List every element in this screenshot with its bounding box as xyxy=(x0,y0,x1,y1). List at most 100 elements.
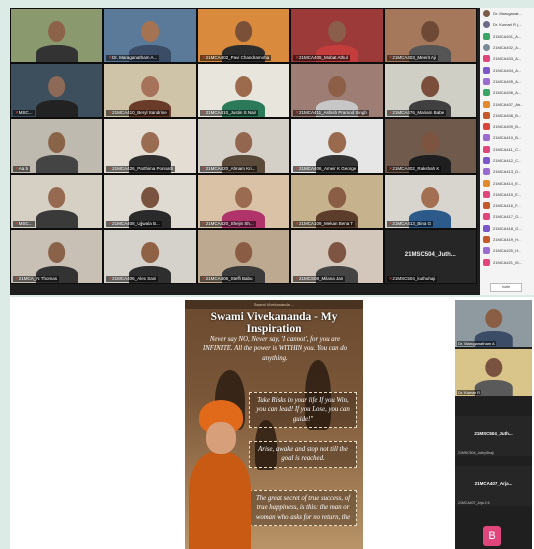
person-head xyxy=(141,186,159,208)
video-tile[interactable]: 21MCA408_Ujjwala B... xyxy=(104,174,196,228)
video-tile[interactable]: 21MCA406_Steffi Babu xyxy=(197,229,290,283)
video-tile[interactable]: 21MCS08_Milana Jan xyxy=(291,229,383,283)
participant-row[interactable]: 21MCA412_C... xyxy=(480,155,534,166)
participant-label: 21MCA414_E... xyxy=(493,180,522,186)
participant-row[interactable]: 21MCA413_D... xyxy=(480,166,534,177)
participant-name: 21MCA476_Mariam Babe xyxy=(386,110,447,117)
video-tile[interactable]: 21MCA406_Ameir K George xyxy=(291,119,383,173)
bottom-meeting-screenshot: Swami Vivekananda ... Swami Vivekananda … xyxy=(10,297,534,549)
side-video-tile[interactable]: Dr. Maruganatham A xyxy=(455,300,532,347)
video-tile[interactable]: 21MCA410_Beryl Sandrine xyxy=(104,64,196,118)
participant-row[interactable]: 21MCA419_H... xyxy=(480,234,534,245)
video-tile[interactable]: 21MCA405_Mobat Athul xyxy=(291,9,383,63)
participant-avatar xyxy=(483,111,490,119)
video-tile[interactable]: 21MCA411_Ashish Pramod Singh xyxy=(291,64,383,118)
video-tile[interactable]: MSC... xyxy=(11,174,103,228)
person-head xyxy=(421,76,440,98)
person-head xyxy=(141,241,159,263)
participant-label: 21MCA410_B... xyxy=(493,135,522,141)
video-tile[interactable]: 21MCA406_Alex Sani xyxy=(104,229,196,283)
participant-row[interactable]: 21MCA404_A... xyxy=(480,64,534,75)
invite-button[interactable]: Invite xyxy=(490,283,522,292)
participant-name: 21MCA420_Ahnam Kri... xyxy=(199,165,258,172)
participant-row[interactable]: 21MCA406_A... xyxy=(480,87,534,98)
participant-row[interactable]: 21MCA411_C... xyxy=(480,144,534,155)
video-tile[interactable]: 21MCA109_Mekan Bena T xyxy=(291,174,383,228)
video-tile[interactable]: 21MCA413_Bina G xyxy=(384,174,476,228)
participant-row[interactable]: 21MCA415_E... xyxy=(480,189,534,200)
participant-name: 21MCA406_Ameir K George xyxy=(293,165,359,172)
video-tile[interactable]: 21MCA402_Rakshah K xyxy=(384,119,476,173)
video-tile[interactable]: 21MCA426_Parthima Ponnath xyxy=(104,119,196,173)
person-head xyxy=(234,21,253,43)
participant-row[interactable]: 21MCA409_B... xyxy=(480,121,534,132)
participant-avatar-initial[interactable]: B xyxy=(483,526,501,546)
participant-list: Dr. Maruganat... Dr. Kumari R (... 21MCA40… xyxy=(480,8,534,268)
participant-name: 21MCA420_Shejin Sh... xyxy=(199,220,256,227)
person-head xyxy=(485,308,502,328)
person-head xyxy=(47,241,66,263)
participant-label: 21MCA405_A... xyxy=(493,78,522,84)
participant-row[interactable]: 21MCA402_A... xyxy=(480,42,534,53)
participant-row[interactable]: Dr. Kumari R (... xyxy=(480,19,534,30)
side-text-tile[interactable]: 21MCA407_Arja... 21MCA407_Arja 2.6 xyxy=(455,466,532,506)
video-tile[interactable]: 21MCA420_Shejin Sh... xyxy=(197,174,290,228)
participant-name: 21MCA406_Steffi Babu xyxy=(199,276,255,282)
person-head xyxy=(47,76,66,98)
person-avatar xyxy=(35,19,78,63)
participant-avatar xyxy=(483,89,490,97)
portrait-face xyxy=(206,422,236,454)
participant-name: MSC... xyxy=(13,110,35,117)
video-tile[interactable]: MSC... xyxy=(11,64,103,118)
video-tile[interactable]: Aa 5 xyxy=(11,119,103,173)
person-head xyxy=(141,131,159,153)
participant-row[interactable]: 21MCA408_B... xyxy=(480,110,534,121)
participant-row[interactable]: 21MCA418_G... xyxy=(480,223,534,234)
participant-name: 21MCA410_Beryl Sandrine xyxy=(106,110,169,117)
participant-name: 21MCA426_Parthima Ponnath xyxy=(106,165,176,172)
participant-row[interactable]: Dr. Maruganat... xyxy=(480,8,534,19)
participant-row[interactable]: 21MCA420_H... xyxy=(480,245,534,256)
participant-avatar xyxy=(483,258,490,266)
participant-row[interactable]: 21MCA410_B... xyxy=(480,132,534,143)
participant-name: 21MCA402_Rakshah K xyxy=(386,165,442,172)
video-tile[interactable] xyxy=(11,9,103,63)
side-video-tile[interactable]: Dr. Kumar R xyxy=(455,349,532,396)
participant-avatar xyxy=(483,66,490,74)
quote-take-risks: Take Risks in your life If you Win, you … xyxy=(249,392,357,429)
person-head xyxy=(47,131,66,153)
video-tile[interactable]: 21MCA476_Mariam Babe xyxy=(384,64,476,118)
participant-row[interactable]: 21MCA403_A... xyxy=(480,53,534,64)
participants-panel: Dr. Maruganat... Dr. Kumari R (... 21MCA40… xyxy=(480,8,534,295)
video-tile[interactable]: Dr. Maraganatham A... xyxy=(104,9,196,63)
participant-row[interactable]: 21MCA414_E... xyxy=(480,177,534,188)
video-tile[interactable]: 21MCA420_Ahnam Kri... xyxy=(197,119,290,173)
participant-name: 21MCA403_Meerit Aji xyxy=(386,55,438,62)
side-text-tile[interactable]: 21MSC504_Juth... 21MSC504_JuthyShaji xyxy=(455,416,532,456)
participant-row[interactable]: 21MCA417_G... xyxy=(480,211,534,222)
top-meeting-screenshot: Dr. Maraganatham A... 21MCA402_Pavi Chand… xyxy=(10,8,534,295)
participant-avatar xyxy=(483,157,490,164)
participant-row[interactable]: 21MCA416_F... xyxy=(480,200,534,211)
participant-label: 21MCA403_A... xyxy=(493,56,522,62)
participant-row[interactable]: 21MCA421_M... xyxy=(480,257,534,268)
participant-label: 21MCA408_B... xyxy=(493,112,522,118)
participant-avatar xyxy=(483,77,490,85)
video-tile[interactable]: 21MCA402_Pavi Chandramoha xyxy=(197,9,290,63)
video-tile[interactable]: 21MCA410_Justin S Nair xyxy=(197,64,290,118)
portrait-robe xyxy=(189,452,251,549)
participant-row[interactable]: 21MCA407_Ab... xyxy=(480,98,534,109)
participant-name: 21MSC504_kuthuhaji xyxy=(386,276,438,282)
video-tile[interactable]: 21MSC504_Juth... 21MSC504_kuthuhaji xyxy=(384,229,476,283)
video-tile[interactable]: 21MCA_N Thomas xyxy=(11,229,103,283)
person-head xyxy=(328,76,346,98)
participant-row[interactable]: 21MCA405_A... xyxy=(480,76,534,87)
participant-avatar xyxy=(483,179,490,187)
participant-name: 21MCA413_Bina G xyxy=(386,220,434,227)
participant-name: Dr. Kumar R xyxy=(457,390,482,395)
video-tile[interactable]: 21MCA403_Meerit Aji xyxy=(384,9,476,63)
participant-label: 21MCA409_B... xyxy=(493,124,522,130)
person-head xyxy=(485,357,502,377)
participant-row[interactable]: 21MCA401_A... xyxy=(480,31,534,42)
participant-label: 21MCA417_G... xyxy=(493,214,522,220)
